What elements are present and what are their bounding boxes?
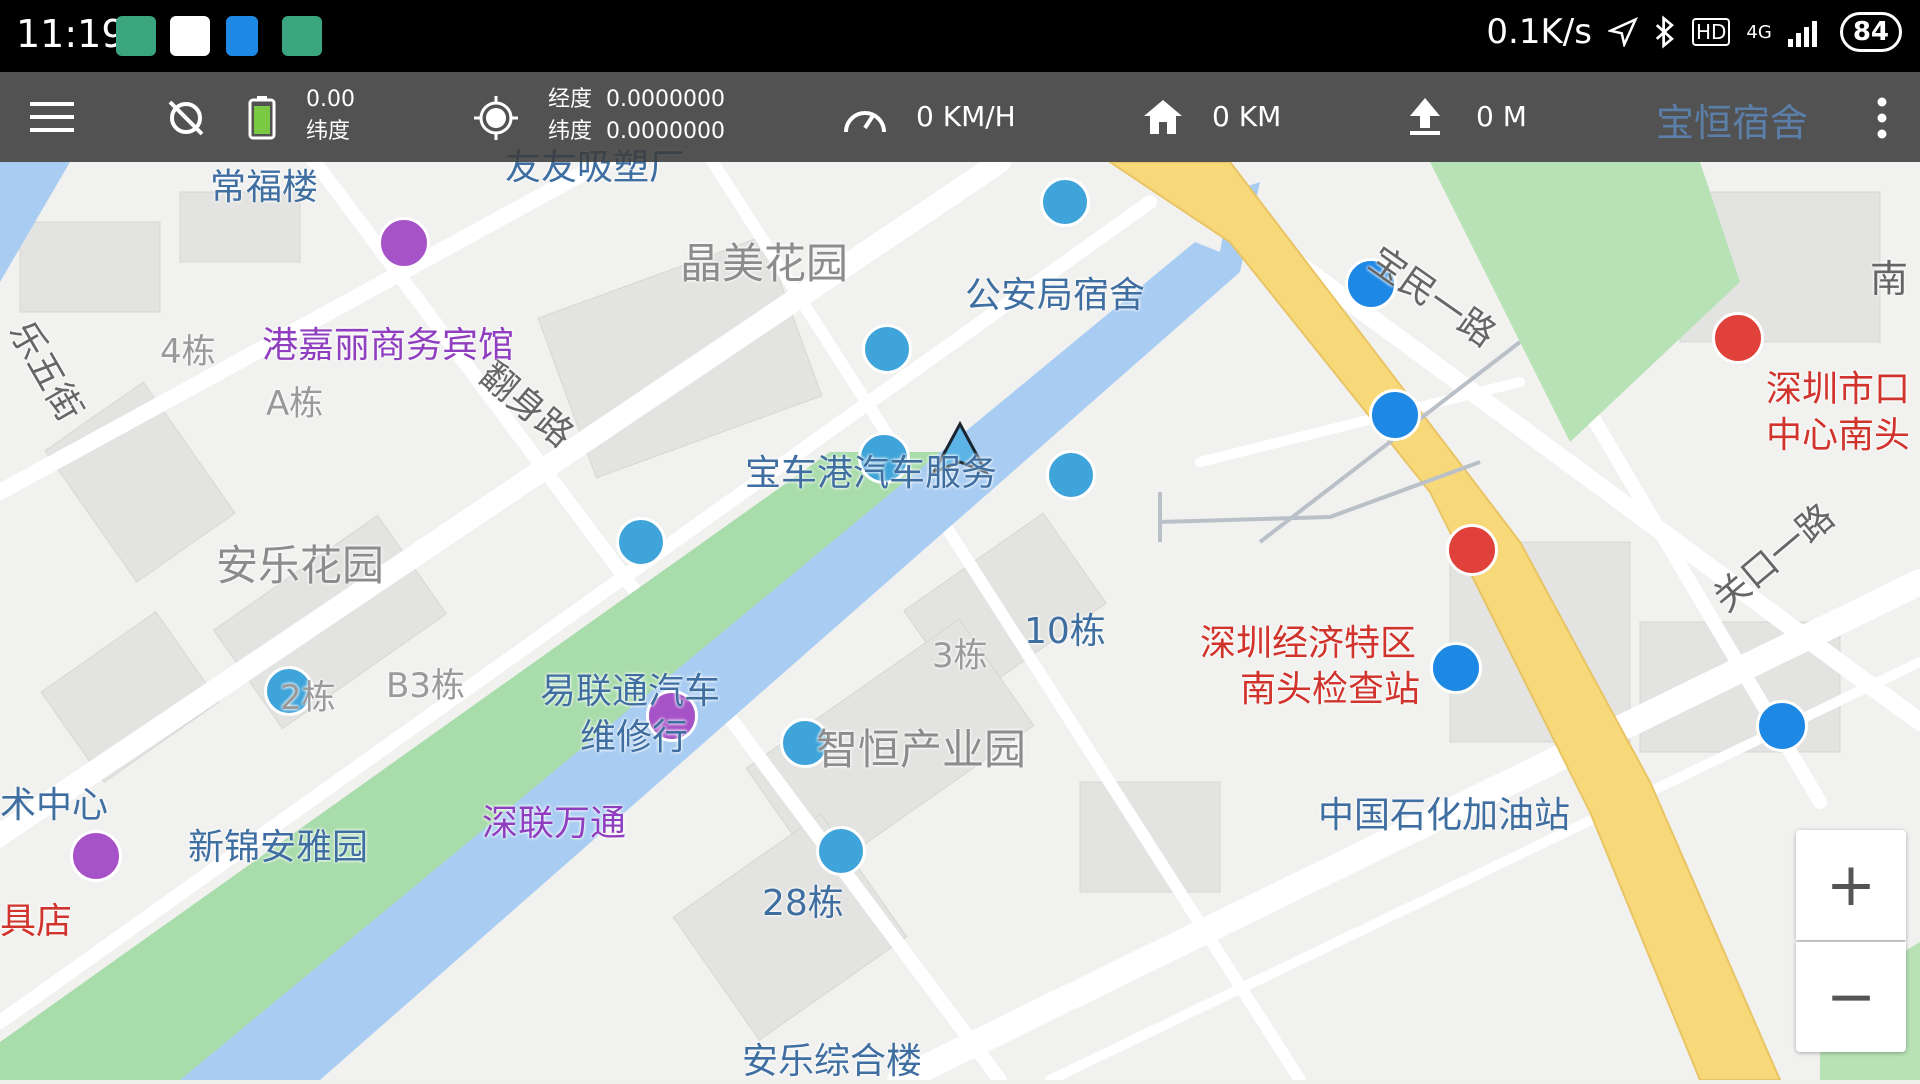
speedometer-icon (844, 111, 886, 133)
signal-icon (1787, 21, 1817, 47)
altitude-value: 0 M (1476, 100, 1527, 133)
gas-station-marker-icon[interactable] (1430, 642, 1482, 694)
map-label: 10栋 (1024, 611, 1106, 652)
gps-fix-icon (474, 96, 518, 140)
speed-value: 0 KM/H (916, 100, 1016, 133)
map-label: 28栋 (762, 883, 844, 924)
map-label: 晶美花园 (680, 239, 849, 288)
hd-badge: HD (1691, 18, 1731, 46)
bus-stop-icon[interactable] (1369, 389, 1421, 441)
hotel-marker-icon[interactable] (378, 217, 430, 269)
menu-icon[interactable] (30, 100, 74, 134)
office-marker-icon[interactable] (816, 826, 866, 876)
status-indicators: 0.1K/s HD 4G 84 (1486, 12, 1902, 52)
zoom-in-button[interactable]: + (1796, 830, 1906, 940)
map-label: 公安局宿舍 (965, 275, 1146, 316)
map-label: 维修行 (580, 717, 689, 758)
battery-indicator: 84 (1839, 12, 1902, 52)
more-icon[interactable] (1876, 96, 1888, 140)
map-label: 新锦安雅园 (188, 827, 369, 868)
map-label: 南 (1870, 257, 1909, 301)
map-label: 4栋 (160, 332, 216, 372)
map-label: 智恒产业园 (816, 725, 1027, 774)
office-marker-icon[interactable] (1046, 450, 1096, 500)
map-label: 具店 (0, 901, 73, 942)
bluetooth-icon (1655, 15, 1674, 49)
gps-off-icon[interactable] (164, 96, 208, 140)
battery-icon (248, 96, 276, 140)
map-label: 中国石化加油站 (1318, 795, 1571, 836)
notes-icon (226, 16, 258, 56)
parking-marker-icon[interactable] (1756, 700, 1808, 752)
latitude-label: 纬度 (548, 119, 593, 144)
map-label: 3栋 (932, 636, 988, 676)
map-label: 深圳经济特区 (1200, 623, 1417, 664)
location-arrow-icon (1607, 17, 1638, 47)
net-speed: 0.1K/s (1486, 12, 1592, 52)
map-label: 宝车港汽车服务 (745, 453, 998, 494)
status-bar: 11:19 0.1K/s HD 4G 84 (0, 0, 1920, 72)
car-service-marker-icon[interactable] (862, 324, 912, 374)
map-label: 2栋 (280, 678, 336, 718)
android-icon (282, 16, 322, 56)
mi-icon (170, 16, 210, 56)
map-label: 中心南头 (1766, 415, 1911, 456)
network-type: 4G (1746, 21, 1772, 43)
map-base[interactable] (0, 162, 1920, 1080)
landmark-star-icon[interactable] (1446, 524, 1498, 576)
map-label: 港嘉丽商务宾馆 (262, 325, 515, 366)
map-label: 术中心 (0, 785, 109, 826)
altitude-icon (1410, 98, 1440, 135)
gps-info-toolbar: 0.00 纬度 经度 0.0000000 纬度 0.0000000 0 KM/H… (0, 72, 1920, 162)
map-label: 安乐花园 (216, 541, 385, 590)
map-label: 宝恒宿舍 (1656, 101, 1809, 145)
map-label: 南头检查站 (1240, 669, 1421, 710)
map-label: 深圳市口 (1766, 369, 1911, 410)
zoom-out-button[interactable]: − (1796, 942, 1906, 1052)
map-label: 深联万通 (482, 803, 627, 844)
clock: 11:19 (16, 12, 126, 56)
map-label: A栋 (266, 384, 324, 424)
map-label: 易联通汽车 (540, 671, 721, 712)
longitude-value: 0.0000000 (606, 87, 725, 112)
latitude-label: 纬度 (306, 119, 351, 144)
shopping-marker-icon[interactable] (70, 830, 122, 882)
home-distance-value: 0 KM (1212, 100, 1282, 133)
latitude-value: 0.0000000 (606, 119, 725, 144)
longitude-label: 经度 (548, 87, 593, 112)
battery-value: 0.00 (306, 87, 355, 112)
building-marker-icon[interactable] (1040, 177, 1090, 227)
map-label: B3栋 (386, 666, 465, 706)
android-icon (116, 16, 156, 56)
map-view[interactable]: 常福楼 友友吸塑厂 晶美花园 公安局宿舍 宝民一路 南 港嘉丽商务宾馆 4栋 A… (0, 147, 1920, 1082)
map-label: 常福楼 (210, 167, 319, 208)
map-label: 安乐综合楼 (742, 1041, 923, 1082)
car-service-marker-icon[interactable] (616, 517, 666, 567)
home-icon (1144, 100, 1182, 134)
landmark-star-icon[interactable] (1712, 312, 1764, 364)
